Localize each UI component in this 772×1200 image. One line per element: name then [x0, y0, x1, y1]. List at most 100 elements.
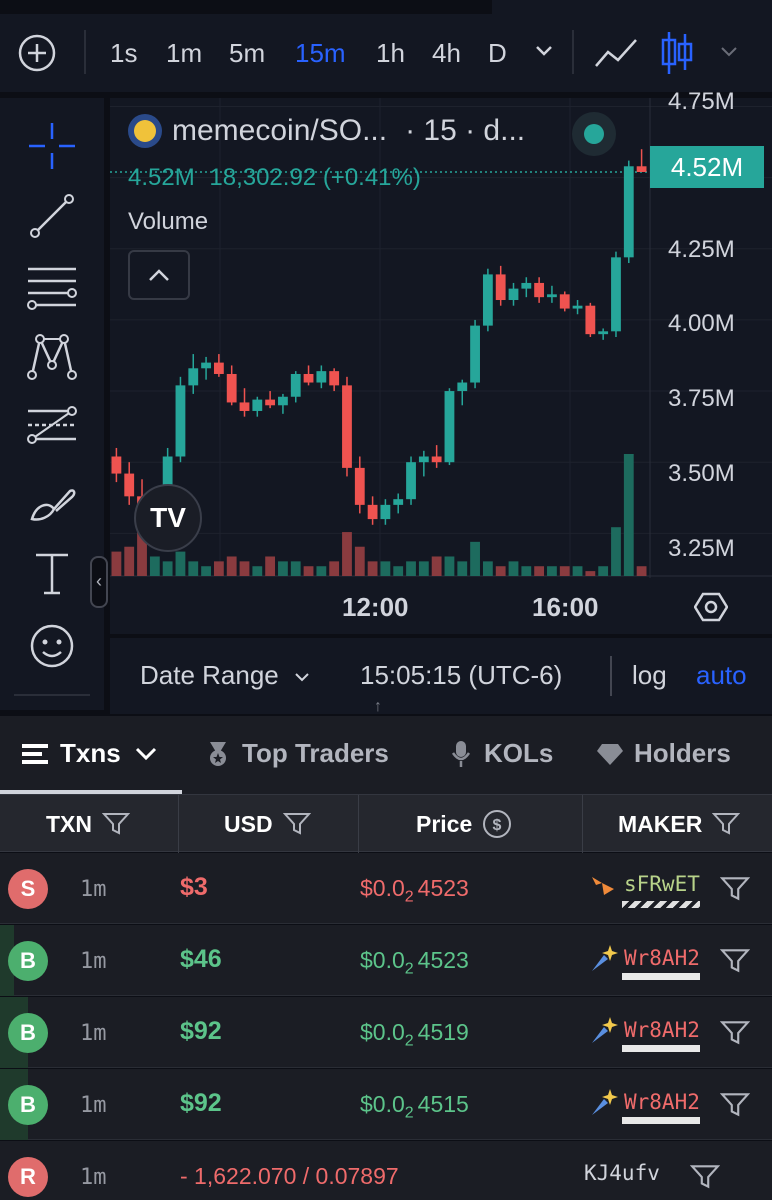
interval-4h[interactable]: 4h: [432, 30, 461, 76]
interval-1s[interactable]: 1s: [110, 30, 137, 76]
candle-body: [226, 373, 237, 403]
col-txn[interactable]: TXN: [46, 795, 130, 853]
txn-price: $0.02 4523: [360, 875, 469, 906]
table-row[interactable]: B 1m $46 $0.02 4523 Wr8AH2: [0, 925, 772, 996]
gear-icon[interactable]: [694, 590, 728, 624]
candles-icon[interactable]: [660, 30, 694, 76]
table-row[interactable]: R 1m - 1,622.070 / 0.07897 KJ4ufv: [0, 1141, 772, 1200]
maker-address[interactable]: Wr8AH2: [590, 1015, 700, 1052]
tab-txns[interactable]: Txns: [22, 738, 157, 769]
dollar-icon[interactable]: $: [482, 809, 512, 839]
candle-body: [380, 504, 391, 520]
log-scale-toggle[interactable]: log: [632, 660, 667, 691]
interval-1h[interactable]: 1h: [376, 30, 405, 76]
candle-body: [188, 368, 199, 386]
range-bar: Date Range 15:05:15 (UTC-6) log auto: [110, 638, 772, 714]
toolbar-divider: [14, 694, 90, 696]
candle-body: [611, 257, 621, 332]
col-price[interactable]: Price $: [416, 795, 512, 853]
chevron-down-icon[interactable]: [720, 46, 738, 58]
filter-icon[interactable]: [282, 812, 311, 836]
maker-address[interactable]: Wr8AH2: [590, 943, 700, 980]
table-row[interactable]: B 1m $92 $0.02 4519 Wr8AH2: [0, 997, 772, 1068]
txn-age: 1m: [80, 949, 107, 974]
volume-bar: [124, 546, 135, 576]
time-axis-label: 16:00: [532, 592, 599, 622]
chevron-down-icon: [135, 747, 156, 760]
symbol-meta: · 15 · d...: [405, 114, 526, 147]
chevron-down-icon[interactable]: [534, 44, 554, 58]
volume-bar: [636, 566, 647, 576]
fib-tool[interactable]: [22, 256, 82, 316]
projection-icon: [27, 406, 77, 444]
volume-bar: [572, 566, 583, 576]
tab-holders[interactable]: Holders: [596, 738, 731, 769]
collapse-legend-button[interactable]: [128, 250, 190, 300]
volume-bar: [457, 561, 468, 576]
volume-bar: [393, 566, 404, 576]
add-indicator-icon[interactable]: [18, 34, 56, 72]
table-row[interactable]: B 1m $92 $0.02 4515 Wr8AH2: [0, 1069, 772, 1140]
tradingview-logo[interactable]: TV: [134, 484, 202, 552]
tab-kols[interactable]: KOLs: [450, 738, 553, 769]
interval-1m[interactable]: 1m: [166, 30, 202, 76]
filter-icon[interactable]: [720, 875, 750, 903]
crosshair-tool[interactable]: [22, 116, 82, 176]
col-maker[interactable]: MAKER: [618, 795, 741, 853]
table-row[interactable]: S 1m $3 $0.02 4523 sFRwET: [0, 853, 772, 924]
maker-address[interactable]: Wr8AH2: [590, 1087, 700, 1124]
volume-bar: [482, 561, 493, 576]
col-usd[interactable]: USD: [224, 795, 311, 853]
price-legend: 4.52M 18,302.92 (+0.41%): [128, 164, 421, 192]
maker-address[interactable]: sFRwET: [590, 871, 700, 908]
filter-icon[interactable]: [720, 1019, 750, 1047]
volume-bar: [534, 566, 545, 576]
volume-bar: [329, 561, 340, 576]
trend-line-icon: [30, 194, 74, 238]
maker-address[interactable]: KJ4ufv: [584, 1161, 660, 1185]
filter-icon[interactable]: [720, 947, 750, 975]
tab-top-traders[interactable]: Top Traders: [204, 738, 389, 769]
collapse-toolbar-button[interactable]: ‹: [90, 556, 108, 608]
col-usd-label: USD: [224, 811, 273, 837]
filter-icon[interactable]: [712, 812, 741, 836]
tab-bar: Txns Top Traders KOLs Holders: [0, 716, 772, 794]
volume-bar: [547, 566, 557, 576]
symbol-legend[interactable]: memecoin/SO... · 15 · d...: [128, 114, 525, 148]
clock-timezone[interactable]: 15:05:15 (UTC-6): [360, 660, 562, 691]
line-chart-icon[interactable]: [594, 34, 640, 72]
filter-icon[interactable]: [102, 812, 130, 836]
price-chart[interactable]: memecoin/SO... · 15 · d... 4.52M 18,302.…: [110, 88, 772, 634]
txn-age: 1m: [80, 1093, 107, 1118]
volume-bar: [444, 556, 455, 576]
candle-body: [495, 274, 506, 301]
candle-body: [572, 305, 583, 309]
col-divider: [582, 795, 583, 853]
brush-tool[interactable]: [22, 470, 82, 530]
interval-15m[interactable]: 15m: [295, 30, 346, 76]
top-strip: [0, 0, 492, 14]
auto-scale-toggle[interactable]: auto: [696, 660, 747, 691]
candle-body: [201, 362, 211, 369]
filter-icon[interactable]: [690, 1163, 720, 1191]
sparkle-icon: [592, 945, 618, 971]
price-change: 18,302.92 (+0.41%): [209, 164, 421, 191]
pattern-tool[interactable]: [22, 326, 82, 386]
crosshair-icon: [29, 123, 75, 169]
market-status-icon[interactable]: [572, 112, 616, 156]
trend-line-tool[interactable]: [22, 186, 82, 246]
interval-5m[interactable]: 5m: [229, 30, 265, 76]
volume-bar: [559, 566, 570, 576]
projection-tool[interactable]: [22, 396, 82, 456]
col-maker-label: MAKER: [618, 811, 703, 837]
volume-bar: [278, 561, 288, 576]
text-tool[interactable]: [22, 544, 82, 604]
filter-icon[interactable]: [720, 1091, 750, 1119]
interval-d[interactable]: D: [488, 30, 507, 76]
svg-text:$: $: [493, 817, 502, 834]
volume-indicator-label[interactable]: Volume: [128, 208, 208, 236]
date-range-button[interactable]: Date Range: [140, 660, 310, 691]
candle-body: [290, 373, 301, 397]
emoji-tool[interactable]: [22, 616, 82, 676]
candle-body: [406, 462, 416, 500]
